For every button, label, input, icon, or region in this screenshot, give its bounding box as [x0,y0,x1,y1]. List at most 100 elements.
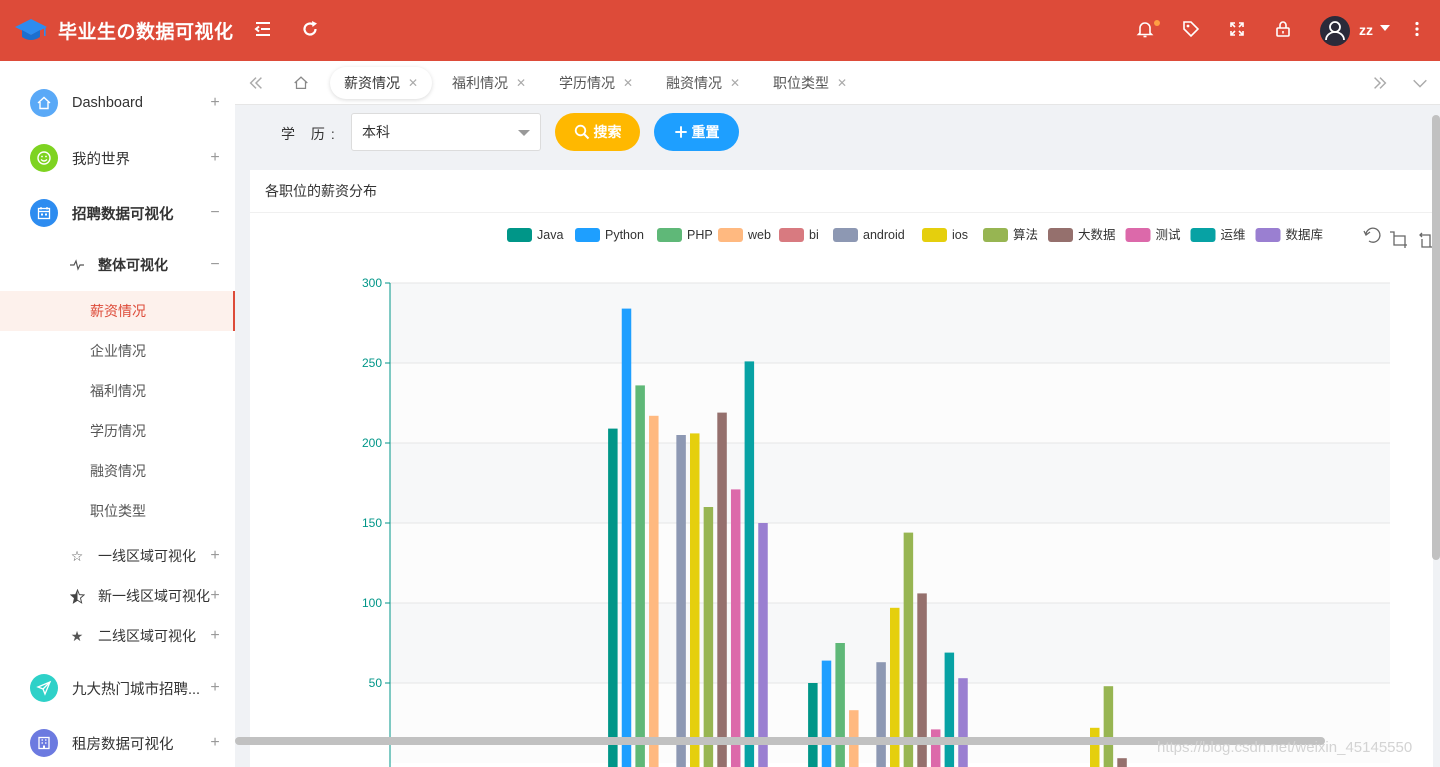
tab-education[interactable]: 学历情况 ✕ [545,67,647,99]
vertical-scrollbar[interactable] [1432,115,1440,560]
sidebar-item-label: 招聘数据可视化 [72,206,174,223]
close-icon[interactable]: ✕ [730,76,740,90]
education-select-value: 本科 [362,124,390,140]
legend-label: Java [537,228,563,242]
bar-数据库 [958,678,968,767]
sidebar-group-overall[interactable]: 整体可视化 − [0,245,235,285]
legend-swatch [983,228,1008,242]
plus-icon [674,126,687,138]
notification-button[interactable] [1134,18,1156,40]
menu-fold-icon [254,22,270,36]
tab-menu-dropdown[interactable] [1409,72,1431,94]
tab-label: 融资情况 [666,75,722,91]
sidebar-item-label: 九大热门城市招聘... [72,681,201,698]
caret-down-icon[interactable] [1380,25,1390,31]
legend-label: bi [809,228,819,242]
tab-bar: 薪资情况 ✕ 福利情况 ✕ 学历情况 ✕ 融资情况 ✕ 职位类型 ✕ [235,61,1440,105]
tab-scroll-right[interactable] [1369,72,1391,94]
user-icon [1325,21,1345,41]
legend-swatch [1255,228,1281,242]
sidebar-leaf-salary[interactable]: 薪资情况 [0,291,235,331]
building-icon [30,729,58,757]
sidebar-leaf-label: 福利情况 [90,383,146,399]
bar-web [649,415,659,767]
menu-fold-button[interactable] [252,18,274,40]
fullscreen-icon [1230,22,1244,36]
watermark: https://blog.csdn.net/weixin_45145550 [1157,739,1413,756]
bar-Python [621,308,632,767]
sidebar-leaf-welfare[interactable]: 福利情况 [0,371,235,411]
search-button[interactable]: 搜索 [555,113,640,151]
tab-welfare[interactable]: 福利情况 ✕ [438,67,540,99]
legend-label: Python [605,228,644,242]
bar-Java [608,428,618,767]
bar-运维 [944,652,955,767]
expand-icon: + [210,734,220,751]
legend-label: android [863,228,905,242]
tab-financing[interactable]: 融资情况 ✕ [652,67,754,99]
star-filled-icon: ★ [70,627,84,644]
user-avatar[interactable] [1320,16,1350,46]
close-icon[interactable]: ✕ [516,76,526,90]
bar-ios [690,433,700,767]
sidebar-group-tier2[interactable]: ★ 二线区域可视化 + [0,616,235,656]
sidebar-group-new-tier1[interactable]: 新一线区域可视化 + [0,576,235,616]
sidebar-group-tier1[interactable]: ☆ 一线区域可视化 + [0,536,235,576]
sidebar-item-dashboard[interactable]: Dashboard + [0,78,235,128]
education-filter-label: 学 历: [281,126,341,142]
legend-label: ios [952,228,968,242]
sidebar-item-hot-cities[interactable]: 九大热门城市招聘... + [0,663,235,713]
tab-job-type[interactable]: 职位类型 ✕ [759,67,861,99]
graduation-cap-icon [15,19,47,40]
tab-salary[interactable]: 薪资情况 ✕ [330,67,433,99]
sidebar-leaf-company[interactable]: 企业情况 [0,331,235,371]
tab-label: 福利情况 [452,75,508,91]
tag-button[interactable] [1180,18,1202,40]
bar-ios [1090,727,1100,767]
bar-Python [821,660,832,767]
home-icon [30,89,58,117]
star-outline-icon: ☆ [70,547,84,564]
sidebar-leaf-job-type[interactable]: 职位类型 [0,491,235,531]
double-chevron-right-icon [1374,77,1387,89]
bar-大数据 [717,412,727,767]
restore-icon [1363,227,1381,243]
sidebar-leaf-label: 学历情况 [90,423,146,439]
expand-icon: + [210,587,220,604]
legend-label: web [747,228,771,242]
bar-测试 [930,729,941,767]
lock-button[interactable] [1272,18,1294,40]
fullscreen-button[interactable] [1226,18,1248,40]
legend-label: 测试 [1156,227,1182,242]
panel-title: 各职位的薪资分布 [250,170,1433,213]
chevron-down-icon [1413,79,1427,88]
sidebar-item-recruitment[interactable]: 招聘数据可视化 − [0,188,235,238]
legend-label: PHP [687,228,713,242]
app-title: 毕业生の数据可视化 [58,21,234,43]
sidebar-leaf-financing[interactable]: 融资情况 [0,451,235,491]
user-name[interactable]: zz [1359,22,1373,38]
search-icon [574,124,589,140]
search-button-label: 搜索 [593,124,622,140]
y-tick-label: 200 [362,436,382,450]
sidebar-group-label: 新一线区域可视化 [98,588,210,604]
expand-icon: + [210,547,220,564]
sidebar-leaf-education[interactable]: 学历情况 [0,411,235,451]
close-icon[interactable]: ✕ [837,76,847,90]
legend-swatch [833,228,858,242]
reset-button[interactable]: 重置 [654,113,739,151]
collapse-icon: − [210,204,220,221]
smile-icon [30,144,58,172]
sidebar-item-rental[interactable]: 租房数据可视化 + [0,718,235,767]
refresh-button[interactable] [299,18,321,40]
close-icon[interactable]: ✕ [408,76,418,90]
more-button[interactable] [1406,18,1428,40]
grid-band [390,283,1390,363]
sidebar-item-my-world[interactable]: 我的世界 + [0,133,235,183]
more-vertical-icon [1415,21,1419,37]
tab-home[interactable] [290,72,312,94]
tab-scroll-left[interactable] [245,72,267,94]
education-select[interactable]: 本科 [351,113,541,151]
close-icon[interactable]: ✕ [623,76,633,90]
legend-label: 算法 [1013,227,1038,242]
